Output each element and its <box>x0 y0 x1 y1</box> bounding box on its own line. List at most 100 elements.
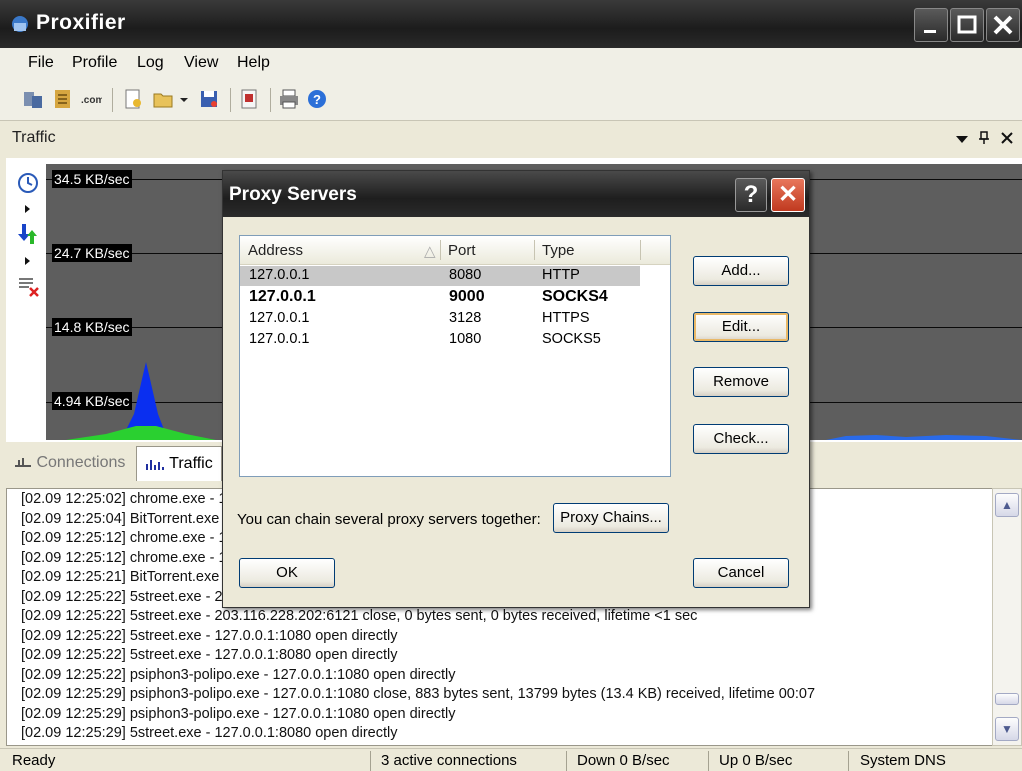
status-connections: 3 active connections <box>381 752 517 769</box>
print-icon[interactable] <box>278 88 300 110</box>
menu-view[interactable]: View <box>184 54 218 72</box>
status-down: Down 0 B/sec <box>577 752 670 769</box>
tab-label: Connections <box>36 454 126 471</box>
traffic-chart-icon <box>146 459 164 470</box>
tab-connections[interactable]: Connections <box>6 446 133 480</box>
status-dns: System DNS <box>860 752 946 769</box>
dialog-close-button[interactable]: ✕ <box>771 178 805 212</box>
save-profile-icon[interactable] <box>198 88 220 110</box>
proxy-chains-button[interactable]: Proxy Chains... <box>553 503 669 533</box>
proxy-server-list[interactable]: Address △ Port Type 127.0.0.1 8080 HTTP … <box>239 235 671 477</box>
status-separator <box>708 751 709 771</box>
toolbar-separator <box>270 88 271 112</box>
clear-graph-icon[interactable] <box>16 274 40 298</box>
chevron-right-icon[interactable] <box>24 256 32 266</box>
column-divider <box>640 240 641 260</box>
maximize-button[interactable] <box>950 8 984 42</box>
log-line: [02.09 12:25:02] chrome.exe - 1 <box>21 491 227 507</box>
log-line: [02.09 12:25:22] 5street.exe - 203.116.2… <box>21 608 698 624</box>
add-button[interactable]: Add... <box>693 256 789 286</box>
toolbar: .com ? <box>0 80 1022 121</box>
menu-log[interactable]: Log <box>137 54 164 72</box>
column-divider <box>440 240 441 260</box>
new-profile-icon[interactable] <box>122 88 144 110</box>
server-row[interactable]: 127.0.0.1 9000 SOCKS4 <box>240 287 640 307</box>
dialog-titlebar: Proxy Servers ? ✕ <box>223 171 809 217</box>
server-port: 1080 <box>449 331 482 347</box>
graph-controls <box>10 164 46 440</box>
column-address[interactable]: Address <box>248 242 303 259</box>
pane-close-icon[interactable] <box>1000 131 1014 145</box>
cancel-button[interactable]: Cancel <box>693 558 789 588</box>
server-type: HTTP <box>542 267 580 283</box>
log-line: [02.09 12:25:12] chrome.exe - 1 <box>21 549 227 566</box>
toolbar-separator <box>230 88 231 112</box>
refresh-clock-icon[interactable] <box>16 170 40 194</box>
log-line: [02.09 12:25:22] 5street.exe - 127.0.0.1… <box>21 627 398 644</box>
server-address: 127.0.0.1 <box>249 310 310 326</box>
log-scrollbar[interactable]: ▲ ▼ <box>992 488 1022 746</box>
log-line: [02.09 12:25:12] chrome.exe - 1 <box>21 530 227 546</box>
dialog-title: Proxy Servers <box>229 184 357 205</box>
proxification-rules-icon[interactable] <box>52 88 74 110</box>
log-line: [02.09 12:25:29] psiphon3-polipo.exe - 1… <box>21 705 456 722</box>
advanced-icon[interactable] <box>238 88 260 110</box>
scroll-thumb[interactable] <box>995 693 1019 705</box>
server-row[interactable]: 127.0.0.1 3128 HTTPS <box>240 309 640 329</box>
server-port: 9000 <box>449 288 485 305</box>
sort-ascending-icon: △ <box>424 243 436 260</box>
close-icon <box>993 15 1013 35</box>
proxy-servers-icon[interactable] <box>22 88 44 110</box>
proxy-servers-dialog: Proxy Servers ? ✕ Address △ Port Type 12… <box>222 170 810 608</box>
log-line: [02.09 12:25:29] 5street.exe - 127.0.0.1… <box>21 725 398 741</box>
scroll-up-button[interactable]: ▲ <box>995 493 1019 517</box>
server-port: 8080 <box>449 267 482 283</box>
help-icon[interactable]: ? <box>306 88 328 110</box>
menu-bar: File Profile Log View Help <box>0 48 1022 80</box>
server-row[interactable]: 127.0.0.1 1080 SOCKS5 <box>240 330 640 350</box>
svg-text:?: ? <box>313 92 321 107</box>
name-resolution-icon[interactable]: .com <box>80 88 102 110</box>
server-type: SOCKS5 <box>542 331 601 347</box>
server-port: 3128 <box>449 310 482 326</box>
svg-text:.com: .com <box>81 95 102 106</box>
check-button[interactable]: Check... <box>693 424 789 454</box>
toolbar-separator <box>112 88 113 112</box>
open-profile-icon[interactable] <box>152 88 174 110</box>
download-upload-arrows-icon[interactable] <box>16 222 40 246</box>
log-line: [02.09 12:25:22] 5street.exe - 127.0.0.1… <box>21 647 398 663</box>
column-port[interactable]: Port <box>448 242 476 259</box>
traffic-pane-header: Traffic <box>0 121 1022 155</box>
minimize-icon <box>924 30 936 33</box>
remove-button[interactable]: Remove <box>693 367 789 397</box>
ok-button[interactable]: OK <box>239 558 335 588</box>
pane-menu-icon[interactable] <box>955 133 969 145</box>
server-address: 127.0.0.1 <box>249 288 316 305</box>
status-separator <box>848 751 849 771</box>
dialog-help-button[interactable]: ? <box>735 178 767 212</box>
log-line: [02.09 12:25:21] BitTorrent.exe <box>21 569 220 585</box>
close-button[interactable] <box>986 8 1020 42</box>
chevron-right-icon[interactable] <box>24 204 32 214</box>
server-row[interactable]: 127.0.0.1 8080 HTTP <box>240 266 640 286</box>
traffic-pane-title: Traffic <box>12 129 56 146</box>
chevron-down-icon[interactable] <box>178 88 190 110</box>
column-type[interactable]: Type <box>542 242 575 259</box>
status-up: Up 0 B/sec <box>719 752 793 769</box>
menu-help[interactable]: Help <box>237 54 270 72</box>
minimize-button[interactable] <box>914 8 948 42</box>
tab-traffic[interactable]: Traffic <box>136 446 222 481</box>
server-type: HTTPS <box>542 310 590 326</box>
status-ready: Ready <box>12 752 56 769</box>
column-divider <box>534 240 535 260</box>
server-type: SOCKS4 <box>542 288 608 305</box>
server-address: 127.0.0.1 <box>249 267 310 283</box>
log-line: [02.09 12:25:22] 5street.exe - 2 <box>21 588 223 605</box>
log-line: [02.09 12:25:04] BitTorrent.exe <box>21 510 220 527</box>
pin-icon[interactable] <box>978 131 990 145</box>
menu-file[interactable]: File <box>28 54 54 72</box>
menu-profile[interactable]: Profile <box>72 54 117 72</box>
scroll-down-button[interactable]: ▼ <box>995 717 1019 741</box>
edit-button[interactable]: Edit... <box>693 312 789 342</box>
chain-description: You can chain several proxy servers toge… <box>237 511 541 528</box>
